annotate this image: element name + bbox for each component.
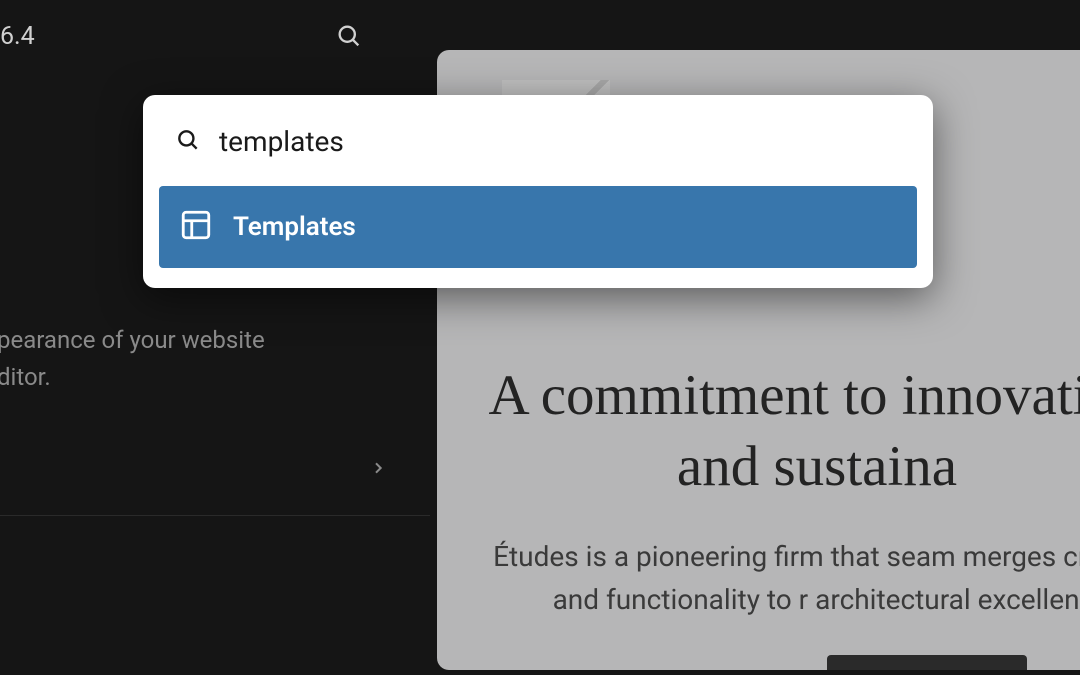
preview-button-stub [827,655,1027,670]
preview-body: Études is a pioneering firm that seam me… [472,535,1080,622]
version-label: 6.4 [0,22,35,51]
sidebar-description: pearance of your website ditor. [0,322,265,396]
search-icon[interactable] [335,22,363,54]
command-palette: Templates [143,95,933,288]
command-search-input[interactable] [219,125,901,158]
search-icon [175,127,201,157]
command-result-templates[interactable]: Templates [159,186,917,268]
command-search-row [143,105,933,178]
layout-icon [179,208,213,246]
chevron-right-icon[interactable] [370,460,386,480]
command-result-label: Templates [233,212,356,242]
preview-heading: A commitment to innovation and sustaina [457,360,1080,503]
sidebar-divider [0,515,430,516]
